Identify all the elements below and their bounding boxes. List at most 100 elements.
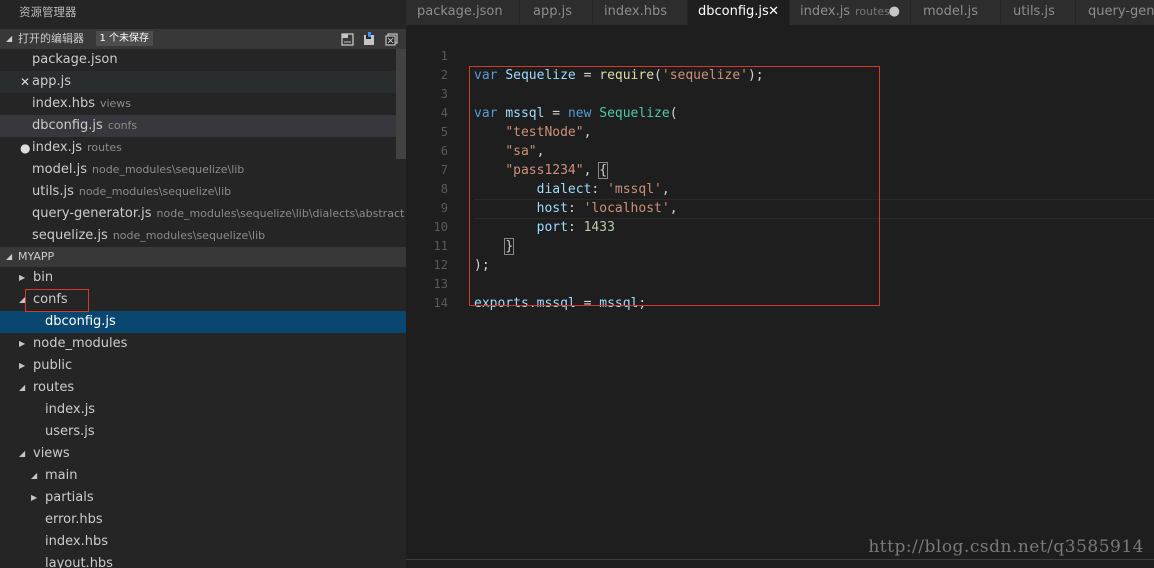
open-editor-item[interactable]: query-generator.js node_modules\sequelize… — [0, 203, 406, 225]
file-path: routes — [87, 141, 122, 154]
tab-label: app.js — [533, 4, 572, 19]
tab-model-js[interactable]: model.js — [911, 0, 1001, 25]
project-header[interactable]: ◢ MYAPP — [0, 247, 406, 267]
tree-label: partials — [45, 490, 94, 505]
file-path: node_modules\sequelize\lib — [78, 185, 232, 198]
tree-label: dbconfig.js — [45, 314, 116, 329]
tree-folder-routes[interactable]: ◢ routes — [0, 377, 406, 399]
annotation-box-code — [469, 66, 880, 306]
tree-folder-public[interactable]: ▶ public — [0, 355, 406, 377]
tree-label: users.js — [45, 424, 95, 439]
file-name: utils.js — [32, 184, 74, 199]
close-all-icon[interactable] — [384, 32, 398, 46]
tree-label: main — [45, 468, 78, 483]
chevron-right-icon: ▶ — [19, 339, 26, 348]
tab-app-js[interactable]: app.js — [520, 0, 593, 25]
file-path: views — [99, 97, 132, 110]
tree-file-dbconfig[interactable]: dbconfig.js — [0, 311, 406, 333]
file-name: package.json — [32, 52, 118, 67]
explorer-sidebar: 资源管理器 ◢ 打开的编辑器 1 个未保存 package.json ✕ app… — [0, 0, 406, 568]
close-icon[interactable]: ✕ — [768, 0, 779, 24]
tree-folder-main[interactable]: ◢ main — [0, 465, 406, 487]
tree-label: bin — [33, 270, 54, 285]
tree-label: routes — [33, 380, 75, 395]
editor-area: package.json app.js index.hbs dbconfig.j… — [406, 0, 1154, 568]
open-editor-item[interactable]: ● index.js routes — [0, 137, 406, 159]
tree-folder-views[interactable]: ◢ views — [0, 443, 406, 465]
tab-label: query-generator.js — [1088, 4, 1154, 19]
explorer-title: 资源管理器 — [19, 5, 77, 19]
open-editor-item[interactable]: model.js node_modules\sequelize\lib — [0, 159, 406, 181]
open-editor-item[interactable]: sequelize.js node_modules\sequelize\lib — [0, 225, 406, 247]
panel-divider — [406, 559, 1154, 560]
tree-file-error-hbs[interactable]: error.hbs — [0, 509, 406, 531]
unsaved-dot-icon: ● — [20, 141, 31, 155]
open-editor-item[interactable]: dbconfig.js confs — [0, 115, 406, 137]
chevron-down-icon: ◢ — [19, 449, 26, 458]
tree-folder-node-modules[interactable]: ▶ node_modules — [0, 333, 406, 355]
file-tree: ▶ bin ◢ confs dbconfig.js ▶ node_modules… — [0, 267, 406, 568]
open-editors-list: package.json ✕ app.js index.hbs views dbc… — [0, 49, 406, 247]
editor-tabs: package.json app.js index.hbs dbconfig.j… — [406, 0, 1154, 25]
close-icon[interactable]: ✕ — [20, 71, 30, 93]
file-name: index.js — [32, 140, 83, 155]
chevron-down-icon: ◢ — [31, 471, 38, 480]
collapse-triangle-icon: ◢ — [6, 34, 13, 43]
chevron-right-icon: ▶ — [19, 361, 26, 370]
project-title: MYAPP — [18, 250, 55, 263]
annotation-box-confs — [25, 289, 89, 312]
file-path: node_modules\sequelize\lib\dialects\abst… — [156, 207, 405, 220]
tab-dbconfig-js[interactable]: dbconfig.js ✕ — [688, 0, 790, 25]
file-path: node_modules\sequelize\lib — [92, 163, 245, 176]
tree-file-index-hbs[interactable]: index.hbs — [0, 531, 406, 553]
tab-label: package.json — [417, 4, 503, 19]
tab-label: index.hbs — [604, 4, 667, 19]
unsaved-badge: 1 个未保存 — [95, 31, 154, 46]
tree-label: layout.hbs — [45, 556, 113, 568]
open-editor-item[interactable]: ✕ app.js — [0, 71, 406, 93]
open-editor-item[interactable]: utils.js node_modules\sequelize\lib — [0, 181, 406, 203]
open-editor-item[interactable]: index.hbs views — [0, 93, 406, 115]
open-editor-item[interactable]: package.json — [0, 49, 406, 71]
tree-file-index-js[interactable]: index.js — [0, 399, 406, 421]
tree-folder-bin[interactable]: ▶ bin — [0, 267, 406, 289]
file-name: model.js — [32, 162, 87, 177]
open-editors-header[interactable]: ◢ 打开的编辑器 1 个未保存 — [0, 29, 406, 49]
file-name: query-generator.js — [32, 206, 152, 221]
tab-utils-js[interactable]: utils.js — [1001, 0, 1076, 25]
tab-label: model.js — [923, 4, 978, 19]
tab-package-json[interactable]: package.json — [406, 0, 520, 25]
tree-label: index.js — [45, 402, 96, 417]
file-name: app.js — [32, 74, 71, 89]
save-all-icon[interactable] — [340, 32, 354, 46]
tab-index-hbs[interactable]: index.hbs — [593, 0, 688, 25]
file-name: index.hbs — [32, 96, 95, 111]
tree-label: error.hbs — [45, 512, 103, 527]
tab-label: dbconfig.js — [698, 4, 769, 19]
unsaved-dot-icon[interactable]: ● — [889, 0, 900, 24]
tab-label: index.js — [800, 4, 851, 19]
chevron-right-icon: ▶ — [19, 273, 26, 282]
file-path: node_modules\sequelize\lib — [112, 229, 266, 242]
tab-path: routes — [855, 5, 890, 18]
tab-index-js[interactable]: index.js routes ● — [790, 0, 911, 25]
chevron-down-icon: ◢ — [19, 383, 26, 392]
tree-label: views — [33, 446, 70, 461]
tree-folder-partials[interactable]: ▶ partials — [0, 487, 406, 509]
file-name: sequelize.js — [32, 228, 108, 243]
tree-label: public — [33, 358, 73, 373]
tab-query-generator-js[interactable]: query-generator.js — [1076, 0, 1154, 25]
open-editors-title: 打开的编辑器 — [18, 32, 84, 45]
tree-file-layout-hbs[interactable]: layout.hbs — [0, 553, 406, 568]
file-path: confs — [107, 119, 138, 132]
tree-label: node_modules — [33, 336, 128, 351]
save-icon[interactable] — [362, 32, 376, 46]
tab-label: utils.js — [1013, 4, 1055, 19]
line-number: 14 — [433, 296, 448, 310]
open-editors-actions — [340, 29, 398, 49]
watermark: http://blog.csdn.net/q3585914 — [868, 537, 1144, 557]
collapse-triangle-icon: ◢ — [6, 252, 13, 261]
tree-file-users-js[interactable]: users.js — [0, 421, 406, 443]
code-line: 2 — [406, 47, 1154, 82]
open-editors-scrollbar[interactable] — [396, 49, 406, 159]
